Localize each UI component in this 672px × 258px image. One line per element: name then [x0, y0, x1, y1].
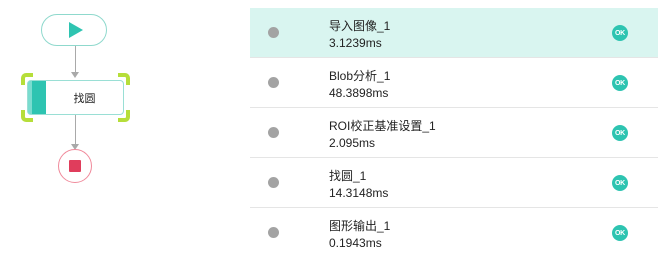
- module-time: 0.1943ms: [329, 236, 382, 250]
- list-item[interactable]: ROI校正基准设置_1 2.095ms OK: [250, 108, 658, 158]
- module-time: 48.3898ms: [329, 86, 389, 100]
- module-time: 2.095ms: [329, 136, 376, 150]
- connector-arrow: [71, 72, 79, 78]
- module-time: 14.3148ms: [329, 186, 389, 200]
- ok-badge-icon: OK: [612, 75, 628, 91]
- module-name: 导入图像_1: [329, 19, 391, 33]
- module-name: 找圆_1: [329, 169, 367, 183]
- tool-node-find-circle[interactable]: 找圆: [27, 80, 124, 115]
- connector-line: [75, 46, 76, 74]
- ok-badge-icon: OK: [612, 25, 628, 41]
- status-dot-icon: [268, 77, 279, 88]
- solution-view: 找圆 导入图像_1 3.1239ms OK Blob分析_1 48.3898ms…: [0, 0, 672, 258]
- status-dot-icon: [268, 27, 279, 38]
- status-dot-icon: [268, 227, 279, 238]
- module-name: 图形输出_1: [329, 219, 391, 233]
- list-item[interactable]: 图形输出_1 0.1943ms OK: [250, 208, 658, 258]
- stop-icon: [69, 160, 81, 172]
- module-name: ROI校正基准设置_1: [329, 119, 436, 133]
- module-time: 3.1239ms: [329, 36, 382, 50]
- run-result-list: 导入图像_1 3.1239ms OK Blob分析_1 48.3898ms OK…: [250, 8, 658, 258]
- play-icon: [68, 22, 83, 38]
- start-node[interactable]: [41, 14, 107, 46]
- status-dot-icon: [268, 127, 279, 138]
- flow-canvas[interactable]: 找圆: [0, 0, 170, 258]
- ok-badge-icon: OK: [612, 175, 628, 191]
- ok-badge-icon: OK: [612, 225, 628, 241]
- end-node[interactable]: [58, 149, 92, 183]
- list-item[interactable]: 导入图像_1 3.1239ms OK: [250, 8, 658, 58]
- ok-badge-icon: OK: [612, 125, 628, 141]
- list-item[interactable]: Blob分析_1 48.3898ms OK: [250, 58, 658, 108]
- module-name: Blob分析_1: [329, 69, 391, 83]
- tool-node-label: 找圆: [73, 92, 96, 105]
- status-dot-icon: [268, 177, 279, 188]
- tool-node-stripe: [28, 81, 46, 114]
- list-item[interactable]: 找圆_1 14.3148ms OK: [250, 158, 658, 208]
